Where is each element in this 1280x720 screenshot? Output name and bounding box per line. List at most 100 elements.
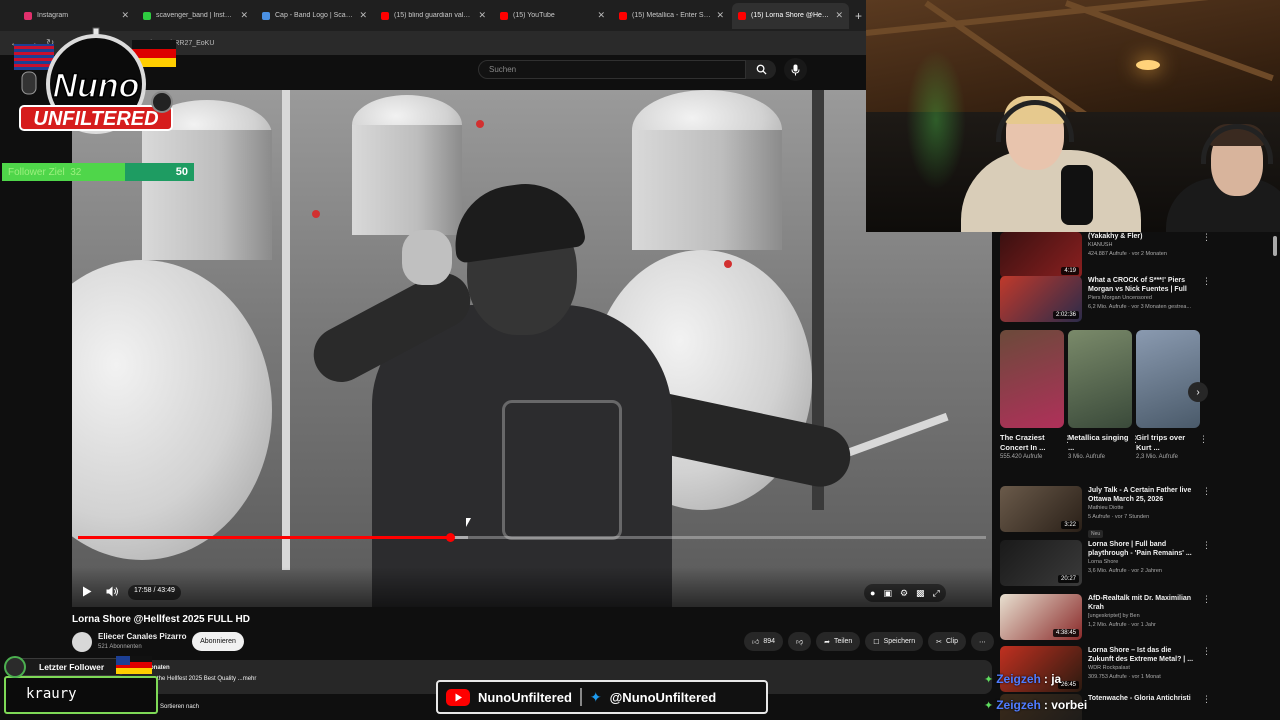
channel-avatar[interactable] bbox=[72, 632, 92, 652]
twitter-bird-icon: ✦ bbox=[589, 688, 602, 705]
video-thumbnail[interactable]: 3:22 bbox=[1000, 486, 1082, 532]
recommended-video[interactable]: 4:38:45 AfD-Realtalk mit Dr. Maximilian K… bbox=[1000, 594, 1211, 640]
tab-close-icon[interactable]: ✕ bbox=[478, 10, 486, 21]
tab-close-icon[interactable]: ✕ bbox=[359, 10, 367, 21]
tab-favicon-icon bbox=[381, 11, 389, 20]
chat-text: : ja bbox=[1043, 672, 1062, 686]
webcam-lamp bbox=[1136, 60, 1160, 70]
new-tab-button[interactable]: + bbox=[851, 9, 866, 23]
recommended-video[interactable]: 3:22 July Talk - A Certain Father live Ot… bbox=[1000, 486, 1211, 540]
bookmark-icon: ☐ bbox=[873, 638, 880, 646]
video-title[interactable]: July Talk - A Certain Father live Ottawa… bbox=[1088, 486, 1194, 504]
subtitles-icon[interactable]: ▣ bbox=[883, 588, 892, 599]
video-channel[interactable]: Piers Morgan Uncensored bbox=[1088, 294, 1194, 303]
video-channel[interactable]: Mathieu Diotte bbox=[1088, 504, 1194, 513]
volume-icon bbox=[106, 586, 118, 597]
short-video[interactable]: Metallica singing ... 3 Mio. Aufrufe ⋮ bbox=[1068, 330, 1140, 462]
miniplayer-icon[interactable]: ▩ bbox=[916, 588, 925, 599]
search-button[interactable] bbox=[746, 60, 776, 79]
subscribe-button[interactable]: Abonnieren bbox=[192, 632, 244, 651]
dislike-button[interactable]: 👎︎ bbox=[788, 632, 812, 651]
follower-goal-label: Follower Ziel 32 bbox=[8, 166, 82, 178]
video-thumbnail[interactable]: 4:19 bbox=[1000, 232, 1082, 278]
save-button[interactable]: ☐ Speichern bbox=[865, 632, 924, 651]
progress-bar[interactable] bbox=[78, 533, 986, 542]
thumbs-down-icon: 👎︎ bbox=[796, 639, 804, 646]
search-input[interactable]: Suchen bbox=[478, 60, 746, 79]
autoplay-toggle[interactable]: ● bbox=[870, 588, 875, 598]
more-actions-button[interactable]: ⋯ bbox=[971, 632, 995, 651]
settings-gear-icon[interactable]: ⚙ bbox=[900, 588, 908, 599]
volume-button[interactable] bbox=[106, 586, 119, 600]
video-menu-icon[interactable]: ⋮ bbox=[1202, 486, 1211, 540]
video-title[interactable]: What a CROCK of S***!' Piers Morgan vs N… bbox=[1088, 276, 1194, 294]
new-badge: Neu bbox=[1088, 530, 1104, 538]
recommended-video[interactable]: 2:02:36 What a CROCK of S***!' Piers Morg… bbox=[1000, 276, 1211, 322]
channel-name[interactable]: Eliecer Canales Pizarro bbox=[98, 632, 187, 641]
short-title[interactable]: Girl trips over Kurt ... bbox=[1136, 433, 1200, 453]
video-title[interactable]: (Yakakhy & Fler) bbox=[1088, 232, 1194, 241]
stage-light bbox=[724, 260, 732, 268]
tab-close-icon[interactable]: ✕ bbox=[121, 10, 129, 21]
video-title[interactable]: Lorna Shore | Full band playthrough - 'P… bbox=[1088, 540, 1194, 558]
tab-close-icon[interactable]: ✕ bbox=[716, 10, 724, 21]
recommended-video[interactable]: 20:27 Lorna Shore | Full band playthrough… bbox=[1000, 540, 1211, 586]
share-label: Teilen bbox=[834, 638, 853, 645]
short-thumbnail[interactable] bbox=[1068, 330, 1132, 428]
short-title[interactable]: Metallica singing ... bbox=[1068, 433, 1132, 453]
video-duration: 20:27 bbox=[1057, 575, 1079, 583]
like-button[interactable]: 👍︎ 894 bbox=[744, 632, 784, 651]
video-menu-icon[interactable]: ⋮ bbox=[1202, 276, 1211, 322]
video-info: What a CROCK of S***!' Piers Morgan vs N… bbox=[1088, 276, 1194, 322]
video-meta: 424.887 Aufrufe · vor 2 Monaten bbox=[1088, 251, 1167, 257]
browser-tab[interactable]: (15) YouTube ✕ bbox=[494, 3, 611, 29]
short-thumbnail[interactable] bbox=[1000, 330, 1064, 428]
singer-hand bbox=[402, 230, 452, 285]
short-thumbnail[interactable] bbox=[1136, 330, 1200, 428]
browser-tab[interactable]: (15) Metallica - Enter Sandman ✕ bbox=[613, 3, 730, 29]
tab-close-icon[interactable]: ✕ bbox=[835, 10, 843, 21]
chat-message: ✦ Zeigzeh : ja bbox=[984, 672, 1061, 686]
video-player[interactable]: 17:58 / 43:49 ● ▣ ⚙ ▩ ⤢ bbox=[72, 90, 992, 607]
description-text[interactable]: n the Hellfest 2025 Best Quality ...mehr bbox=[152, 676, 256, 682]
short-video[interactable]: The Craziest Concert In ... 555.420 Aufru… bbox=[1000, 330, 1072, 462]
clip-button[interactable]: ✂ Clip bbox=[928, 632, 967, 651]
shorts-next-arrow-icon[interactable]: › bbox=[1188, 382, 1208, 402]
voice-search-button[interactable] bbox=[784, 58, 807, 81]
video-thumbnail[interactable]: 20:27 bbox=[1000, 540, 1082, 586]
video-channel[interactable]: KIANUSH bbox=[1088, 241, 1194, 250]
video-thumbnail[interactable]: 4:38:45 bbox=[1000, 594, 1082, 640]
video-meta: 3,6 Mio. Aufrufe · vor 2 Jahren bbox=[1088, 568, 1162, 574]
stage-light bbox=[312, 210, 320, 218]
video-channel[interactable]: [ungeskriptet] by Ben bbox=[1088, 612, 1194, 621]
short-menu-icon[interactable]: ⋮ bbox=[1199, 434, 1208, 445]
tab-label: Instagram bbox=[37, 12, 69, 19]
browser-tab[interactable]: Cap - Band Logo | Scavenger ✕ bbox=[256, 3, 373, 29]
cymbal-stand bbox=[282, 90, 290, 570]
short-title[interactable]: The Craziest Concert In ... bbox=[1000, 433, 1064, 453]
fullscreen-icon[interactable]: ⤢ bbox=[933, 588, 940, 599]
browser-tab[interactable]: (15) blind guardian valhalla live ✕ bbox=[375, 3, 492, 29]
player-controls-gradient bbox=[72, 567, 992, 607]
video-duration: 4:38:45 bbox=[1052, 629, 1079, 637]
player-right-controls: ● ▣ ⚙ ▩ ⤢ bbox=[864, 584, 946, 602]
play-button[interactable] bbox=[82, 586, 92, 600]
comments-sort-button[interactable]: Sortieren nach bbox=[160, 704, 199, 710]
social-banner: NunoUnfiltered ✦ @NunoUnfiltered bbox=[436, 680, 768, 714]
video-thumbnail[interactable]: 2:02:36 bbox=[1000, 276, 1082, 322]
tab-close-icon[interactable]: ✕ bbox=[597, 10, 605, 21]
recommended-video[interactable]: 4:19 (Yakakhy & Fler) KIANUSH 424.887 Aufru… bbox=[1000, 232, 1211, 278]
youtube-logo-icon bbox=[446, 688, 470, 706]
video-title[interactable]: Lorna Shore – Ist das die Zukunft des Ex… bbox=[1088, 646, 1194, 664]
twitter-handle: @NunoUnfiltered bbox=[609, 689, 717, 705]
video-title[interactable]: AfD-Realtalk mit Dr. Maximilian Krah bbox=[1088, 594, 1194, 612]
sidebar-scrollbar[interactable] bbox=[1273, 236, 1277, 256]
browser-tab[interactable]: (15) Lorna Shore @Hellfest 202 ✕ bbox=[732, 2, 849, 29]
tab-close-icon[interactable]: ✕ bbox=[240, 10, 248, 21]
video-channel[interactable]: Lorna Shore bbox=[1088, 558, 1194, 567]
video-menu-icon[interactable]: ⋮ bbox=[1202, 540, 1211, 586]
video-menu-icon[interactable]: ⋮ bbox=[1202, 232, 1211, 278]
share-button[interactable]: ➦ Teilen bbox=[816, 632, 861, 651]
video-menu-icon[interactable]: ⋮ bbox=[1202, 594, 1211, 640]
tab-label: Cap - Band Logo | Scavenger bbox=[275, 12, 354, 19]
